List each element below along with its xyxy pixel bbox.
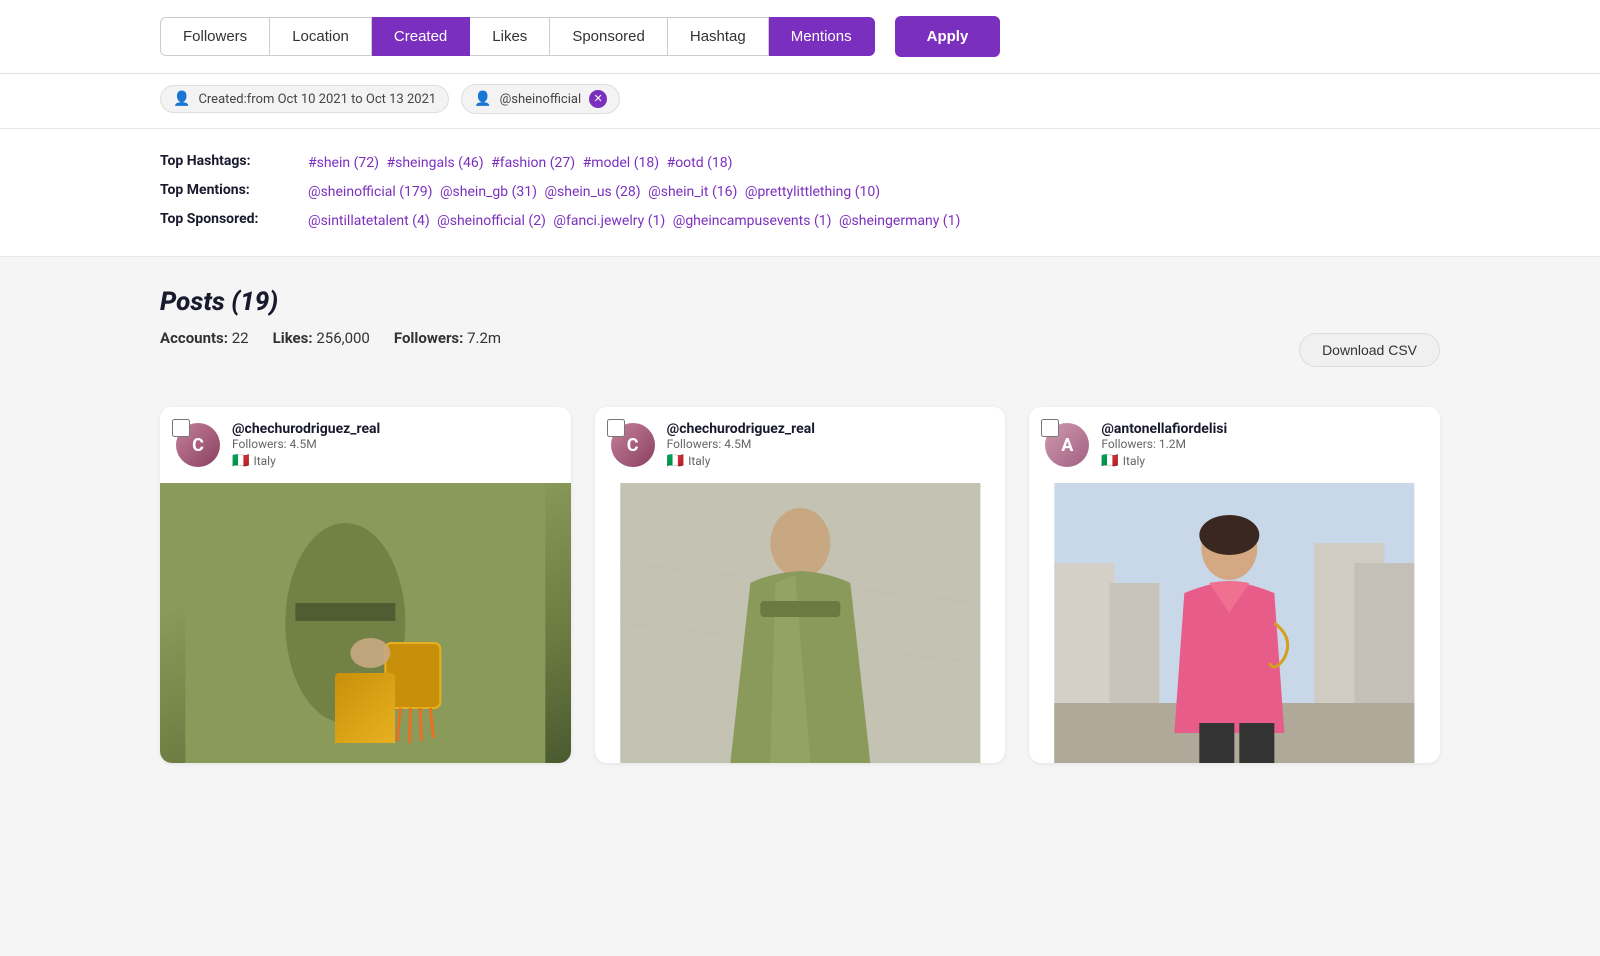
post-1-country: Italy: [253, 454, 275, 468]
hashtag-ootd[interactable]: #ootd (18): [667, 155, 733, 171]
posts-title: Posts (19): [160, 287, 1440, 317]
sponsored-fancijewelry[interactable]: @fanci.jewelry (1): [553, 213, 665, 229]
posts-meta-row: Accounts: 22 Likes: 256,000 Followers: 7…: [160, 329, 1440, 371]
post-2-country: Italy: [688, 454, 710, 468]
posts-header: Posts (19) Accounts: 22 Likes: 256,000 F…: [160, 287, 1440, 387]
post-3-followers: Followers: 1.2M: [1101, 437, 1227, 451]
post-3-image[interactable]: [1029, 483, 1440, 763]
filter-btn-location[interactable]: Location: [270, 17, 372, 56]
hashtag-sheingals[interactable]: #sheingals (46): [386, 155, 483, 171]
post-1-username[interactable]: @chechurodriguez_real: [232, 421, 380, 437]
filter-btn-created[interactable]: Created: [372, 17, 470, 56]
posts-section: Posts (19) Accounts: 22 Likes: 256,000 F…: [0, 257, 1600, 793]
post-3-location: 🇮🇹 Italy: [1101, 453, 1227, 469]
mention-sheinofficial[interactable]: @sheinofficial (179): [308, 184, 433, 200]
post-1-image[interactable]: [160, 483, 571, 763]
likes-value: 256,000: [316, 329, 370, 347]
mentions-value: @sheinofficial (179) @shein_gb (31) @she…: [308, 182, 884, 203]
sponsored-label: Top Sponsored:: [160, 211, 300, 227]
post-3-checkbox[interactable]: [1041, 419, 1059, 437]
hashtags-label: Top Hashtags:: [160, 153, 300, 169]
apply-button[interactable]: Apply: [895, 16, 1001, 57]
post-2-location: 🇮🇹 Italy: [667, 453, 815, 469]
post-3-flag: 🇮🇹: [1101, 453, 1118, 469]
stats-section: Top Hashtags: #shein (72) #sheingals (46…: [0, 129, 1600, 257]
hashtag-shein[interactable]: #shein (72): [308, 155, 379, 171]
sponsored-sintillatetalent[interactable]: @sintillatetalent (4): [308, 213, 430, 229]
mentions-row: Top Mentions: @sheinofficial (179) @shei…: [160, 182, 1440, 203]
accounts-stat: Accounts: 22: [160, 329, 249, 347]
person-icon: 👤: [474, 91, 491, 107]
mentions-label: Top Mentions:: [160, 182, 300, 198]
post-2-flag: 🇮🇹: [667, 453, 684, 469]
likes-label: Likes:: [273, 329, 313, 347]
posts-meta: Accounts: 22 Likes: 256,000 Followers: 7…: [160, 329, 501, 347]
post-1-svg: [160, 483, 571, 763]
followers-value: 7.2m: [467, 329, 501, 347]
post-1-flag: 🇮🇹: [232, 453, 249, 469]
sponsored-sheinofficial[interactable]: @sheinofficial (2): [437, 213, 546, 229]
filter-bar: Followers Location Created Likes Sponsor…: [0, 0, 1600, 74]
mention-sheinus[interactable]: @shein_us (28): [544, 184, 640, 200]
post-2-user-details: @chechurodriguez_real Followers: 4.5M 🇮🇹…: [667, 421, 815, 469]
mention-sheinit[interactable]: @shein_it (16): [648, 184, 737, 200]
calendar-icon: 👤: [173, 91, 190, 107]
mention-tag: 👤 @sheinofficial ✕: [461, 84, 620, 114]
post-1-user-details: @chechurodriguez_real Followers: 4.5M 🇮🇹…: [232, 421, 380, 469]
filter-btn-sponsored[interactable]: Sponsored: [550, 17, 668, 56]
post-2-user-info: C @chechurodriguez_real Followers: 4.5M …: [595, 407, 1006, 483]
post-1-checkbox[interactable]: [172, 419, 190, 437]
post-1-location: 🇮🇹 Italy: [232, 453, 380, 469]
followers-label: Followers:: [394, 329, 464, 347]
post-3-user-details: @antonellafiordelisi Followers: 1.2M 🇮🇹 …: [1101, 421, 1227, 469]
hashtags-value: #shein (72) #sheingals (46) #fashion (27…: [308, 153, 737, 174]
filter-btn-likes[interactable]: Likes: [470, 17, 550, 56]
date-range-label: Created:from Oct 10 2021 to Oct 13 2021: [198, 92, 436, 107]
sponsored-sheingermany[interactable]: @sheingermany (1): [839, 213, 960, 229]
mention-label: @sheinofficial: [500, 92, 582, 107]
stats-rows: Top Hashtags: #shein (72) #sheingals (46…: [160, 153, 1440, 232]
post-card-3: A @antonellafiordelisi Followers: 1.2M 🇮…: [1029, 407, 1440, 763]
accounts-value: 22: [232, 329, 249, 347]
post-3-user-info: A @antonellafiordelisi Followers: 1.2M 🇮…: [1029, 407, 1440, 483]
post-2-svg: [595, 483, 1006, 763]
likes-stat: Likes: 256,000: [273, 329, 370, 347]
posts-grid: C @chechurodriguez_real Followers: 4.5M …: [160, 407, 1440, 763]
filter-btn-hashtag[interactable]: Hashtag: [668, 17, 769, 56]
filter-btn-followers[interactable]: Followers: [160, 17, 270, 56]
hashtag-model[interactable]: #model (18): [583, 155, 659, 171]
post-1-followers: Followers: 4.5M: [232, 437, 380, 451]
post-2-checkbox[interactable]: [607, 419, 625, 437]
post-2-followers: Followers: 4.5M: [667, 437, 815, 451]
post-3-svg: [1029, 483, 1440, 763]
filter-btn-mentions[interactable]: Mentions: [769, 17, 875, 56]
post-3-username[interactable]: @antonellafiordelisi: [1101, 421, 1227, 437]
post-2-username[interactable]: @chechurodriguez_real: [667, 421, 815, 437]
sponsored-gheincampus[interactable]: @gheincampusevents (1): [673, 213, 832, 229]
sponsored-row: Top Sponsored: @sintillatetalent (4) @sh…: [160, 211, 1440, 232]
download-csv-button[interactable]: Download CSV: [1299, 333, 1440, 367]
followers-stat: Followers: 7.2m: [394, 329, 501, 347]
post-card-2: C @chechurodriguez_real Followers: 4.5M …: [595, 407, 1006, 763]
sponsored-value: @sintillatetalent (4) @sheinofficial (2)…: [308, 211, 964, 232]
mention-sheingb[interactable]: @shein_gb (31): [440, 184, 537, 200]
hashtag-fashion[interactable]: #fashion (27): [491, 155, 575, 171]
accounts-label: Accounts:: [160, 329, 228, 347]
mention-prettylittlething[interactable]: @prettylittlething (10): [745, 184, 880, 200]
post-2-image[interactable]: [595, 483, 1006, 763]
active-filter-tags: 👤 Created:from Oct 10 2021 to Oct 13 202…: [0, 74, 1600, 129]
post-card-1: C @chechurodriguez_real Followers: 4.5M …: [160, 407, 571, 763]
hashtags-row: Top Hashtags: #shein (72) #sheingals (46…: [160, 153, 1440, 174]
post-3-country: Italy: [1123, 454, 1145, 468]
date-range-tag: 👤 Created:from Oct 10 2021 to Oct 13 202…: [160, 85, 449, 113]
post-1-user-info: C @chechurodriguez_real Followers: 4.5M …: [160, 407, 571, 483]
remove-mention-tag-button[interactable]: ✕: [589, 90, 607, 108]
